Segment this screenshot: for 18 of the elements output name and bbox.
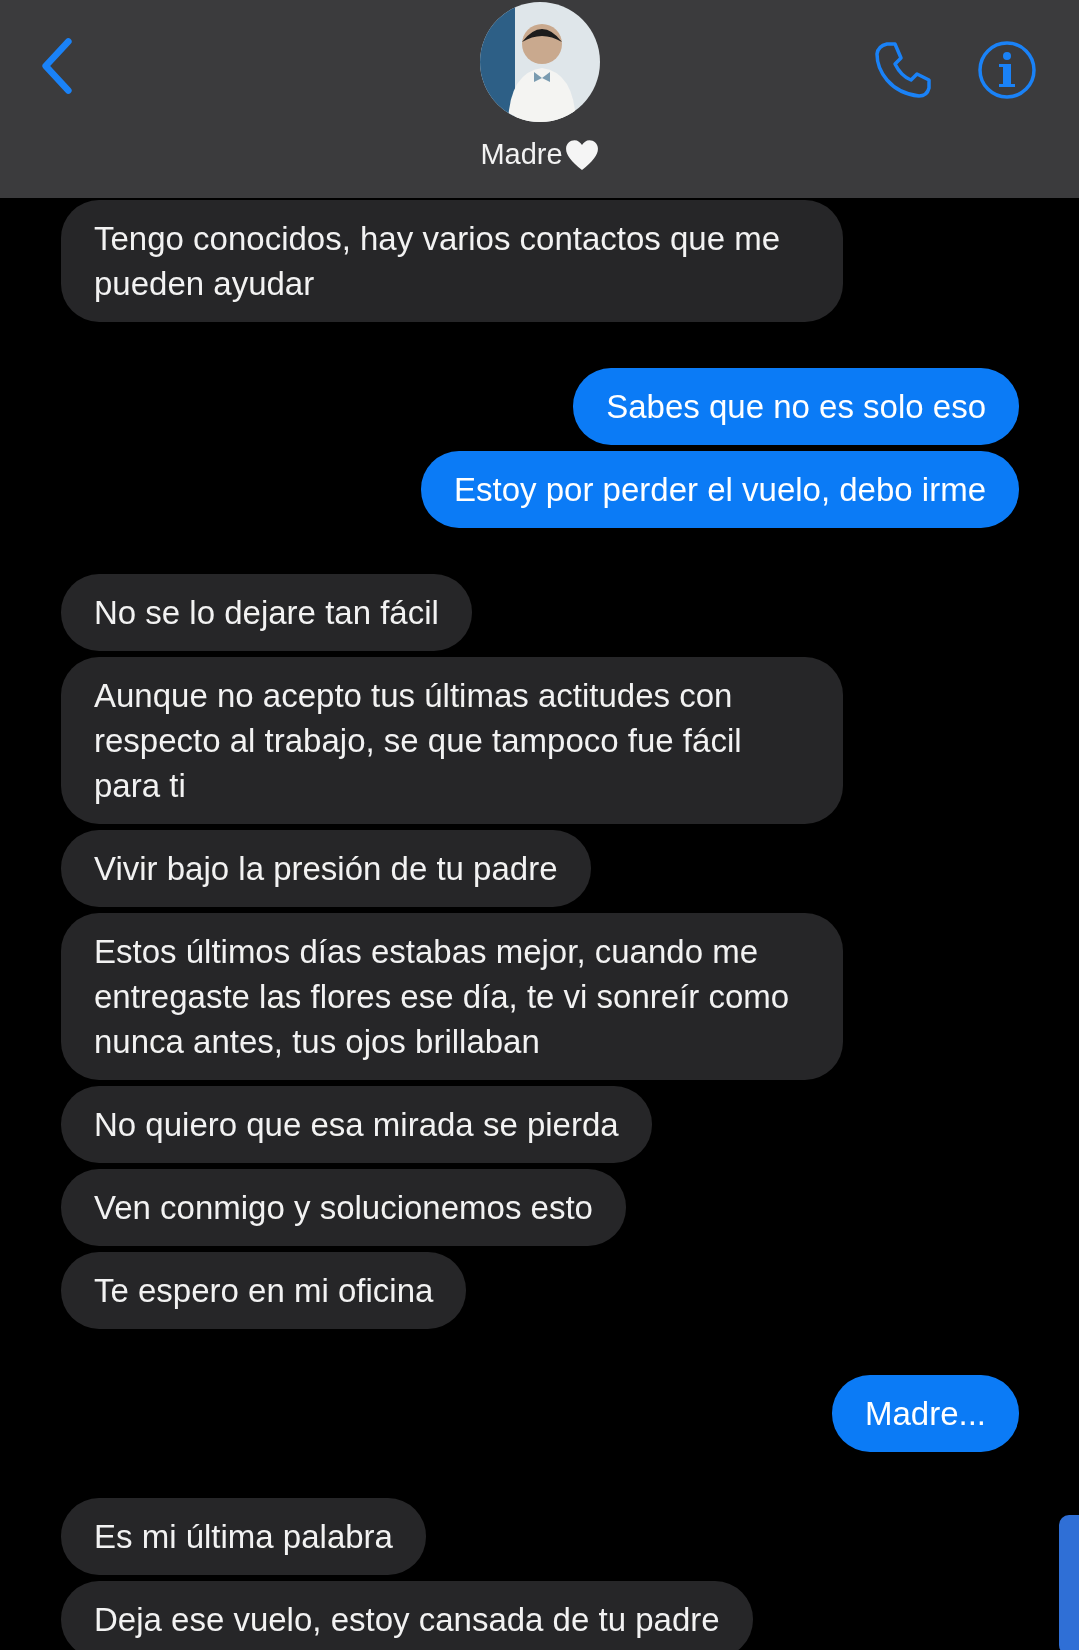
received-message: Aunque no acepto tus últimas actitudes con respecto al trabajo, se que tampoco fue fácil para ti bbox=[61, 657, 843, 824]
back-icon[interactable] bbox=[40, 37, 74, 95]
sent-message: Sabes que no es solo eso bbox=[573, 368, 1019, 445]
sent-message: Madre... bbox=[831, 1375, 1019, 1452]
received-message: Deja ese vuelo, estoy cansada de tu padre bbox=[61, 1581, 753, 1650]
received-message: Estos últimos días estabas mejor, cuando me entregaste las flores ese día, te vi sonreír como nunca antes, tus ojos brillaban bbox=[61, 913, 843, 1080]
received-message: Ven conmigo y solucionemos esto bbox=[61, 1169, 626, 1246]
heart-icon bbox=[564, 138, 599, 171]
received-message: No quiero que esa mirada se pierda bbox=[61, 1086, 652, 1163]
received-message: No se lo dejare tan fácil bbox=[61, 574, 472, 651]
received-message: Tengo conocidos, hay varios contactos que me pueden ayudar bbox=[61, 200, 843, 322]
sent-message: Estoy por perder el vuelo, debo irme bbox=[421, 451, 1019, 528]
contact-name: Madre bbox=[480, 138, 563, 171]
info-icon[interactable] bbox=[977, 40, 1037, 100]
received-message: Vivir bajo la presión de tu padre bbox=[61, 830, 591, 907]
received-message: Te espero en mi oficina bbox=[61, 1252, 467, 1329]
received-message: Es mi última palabra bbox=[61, 1498, 426, 1575]
phone-icon[interactable] bbox=[873, 40, 933, 100]
